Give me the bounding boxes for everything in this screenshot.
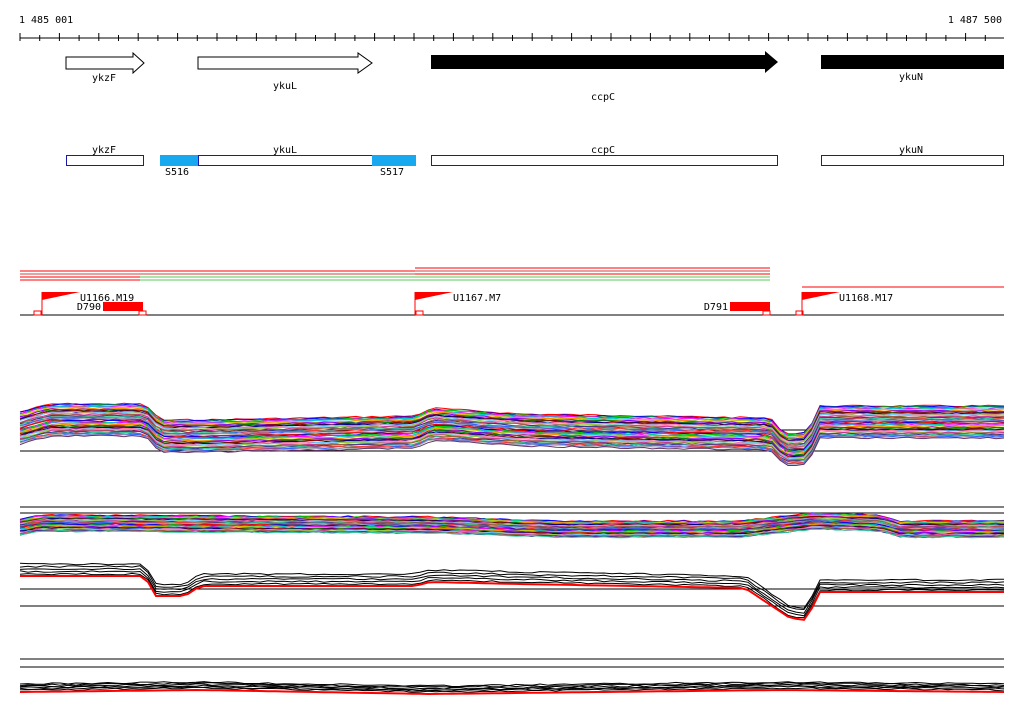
- annotation-label-ykzF: ykzF: [92, 145, 116, 156]
- site-label-S517: S517: [380, 167, 404, 178]
- site-label-S516: S516: [165, 167, 189, 178]
- gene-arrow-ykzF[interactable]: [65, 51, 145, 75]
- annotation-label-ccpC: ccpC: [591, 145, 615, 156]
- promoter-U1167.M7[interactable]: [414, 292, 453, 316]
- expression-profile-line: [19, 562, 1004, 609]
- expression-track-conditions: [19, 402, 1005, 466]
- annotation-label-ykuL: ykuL: [273, 145, 297, 156]
- site-box-S517[interactable]: [372, 155, 416, 166]
- gene-label-ykuN: ykuN: [899, 72, 923, 83]
- expression-track-summary-normalized: [19, 658, 1005, 696]
- annotation-box-ykzF[interactable]: [66, 155, 144, 166]
- gene-label-ccpC: ccpC: [591, 92, 615, 103]
- promoter-label-U1167.M7: U1167.M7: [453, 293, 501, 304]
- gene-arrow-ykuL[interactable]: [197, 52, 373, 74]
- gene-arrow-ykuN[interactable]: [821, 55, 1004, 69]
- ruler-start-label: 1 485 001: [19, 15, 73, 26]
- annotation-box-ykuL[interactable]: [198, 155, 373, 166]
- terminator-label-D790: D790: [77, 302, 101, 313]
- annotation-box-ccpC[interactable]: [431, 155, 778, 166]
- ruler-ticks: [19, 33, 986, 41]
- ruler-end-label: 1 487 500: [948, 15, 1002, 26]
- annotation-track: ykzF ykuL S516 S517 ccpC ykuN: [66, 145, 1004, 178]
- expression-track-normalized: [19, 506, 1005, 539]
- terminator-label-D791: D791: [704, 302, 728, 313]
- annotation-label-ykuN: ykuN: [899, 145, 923, 156]
- site-box-S516[interactable]: [160, 155, 198, 166]
- coordinate-ruler: 1 485 001 1 487 500: [19, 15, 1004, 41]
- transcript-track: U1166.M19 U1167.M7 U1168.M17 D790 D791: [20, 267, 1004, 316]
- gene-track: ykzF ykuL ccpC ykuN: [65, 51, 1004, 103]
- expression-track-summary: [19, 562, 1005, 621]
- gene-label-ykuL: ykuL: [273, 81, 297, 92]
- promoter-U1168.M17[interactable]: [795, 292, 840, 316]
- terminator-D791[interactable]: [730, 302, 770, 311]
- gene-arrow-ccpC[interactable]: [431, 51, 778, 73]
- terminator-D790[interactable]: [103, 302, 143, 311]
- annotation-box-ykuN[interactable]: [821, 155, 1004, 166]
- genome-browser-view: 1 485 001 1 487 500 ykzF ykuL ccpC ykuN …: [19, 15, 1005, 696]
- promoter-U1166.M19[interactable]: [33, 292, 80, 316]
- promoter-label-U1168.M17: U1168.M17: [839, 293, 893, 304]
- gene-label-ykzF: ykzF: [92, 73, 116, 84]
